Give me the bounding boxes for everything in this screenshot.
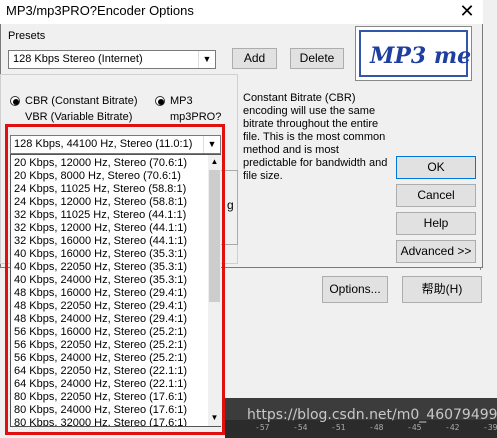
logo-text: MP3 me! bbox=[369, 43, 471, 69]
window-title: MP3/mp3PRO?Encoder Options bbox=[6, 3, 194, 18]
advanced-button[interactable]: Advanced >> bbox=[396, 240, 476, 263]
mp3pro-label[interactable]: mp3PRO? bbox=[170, 111, 221, 123]
options-button[interactable]: Options... bbox=[322, 276, 388, 303]
background-text: g bbox=[227, 198, 234, 212]
ruler-tick-label: -57 bbox=[255, 423, 270, 432]
mp3-logo: MP3 me! bbox=[355, 26, 481, 81]
add-preset-button[interactable]: Add bbox=[232, 48, 277, 69]
delete-preset-button[interactable]: Delete bbox=[290, 48, 344, 69]
close-icon[interactable]: ✕ bbox=[452, 0, 482, 24]
ruler-tick-label: -51 bbox=[331, 423, 346, 432]
ruler-tick-label: -48 bbox=[369, 423, 384, 432]
preset-value: 128 Kbps Stereo (Internet) bbox=[13, 53, 143, 65]
ruler-tick-label: -45 bbox=[407, 423, 422, 432]
mp3-radio[interactable] bbox=[155, 96, 165, 106]
cancel-button[interactable]: Cancel bbox=[396, 184, 476, 207]
presets-label: Presets bbox=[8, 30, 46, 42]
highlight-box bbox=[5, 124, 225, 435]
help-cn-button[interactable]: 帮助(H) bbox=[402, 276, 482, 303]
chevron-down-icon: ▼ bbox=[198, 51, 215, 68]
preset-select[interactable]: 128 Kbps Stereo (Internet) ▼ bbox=[8, 50, 216, 69]
watermark: https://blog.csdn.net/m0_46079499 bbox=[247, 407, 497, 423]
ok-button[interactable]: OK bbox=[396, 156, 476, 179]
vbr-label[interactable]: VBR (Variable Bitrate) bbox=[25, 111, 132, 123]
help-button[interactable]: Help bbox=[396, 212, 476, 235]
ruler-tick-label: -54 bbox=[293, 423, 308, 432]
ruler-tick-label: -42 bbox=[445, 423, 460, 432]
ruler-tick-label: -39 bbox=[483, 423, 497, 432]
cbr-label[interactable]: CBR (Constant Bitrate) bbox=[25, 95, 137, 107]
cbr-radio[interactable] bbox=[10, 96, 20, 106]
mode-description: Constant Bitrate (CBR) encoding will use… bbox=[243, 92, 388, 182]
mp3-label[interactable]: MP3 bbox=[170, 95, 193, 107]
